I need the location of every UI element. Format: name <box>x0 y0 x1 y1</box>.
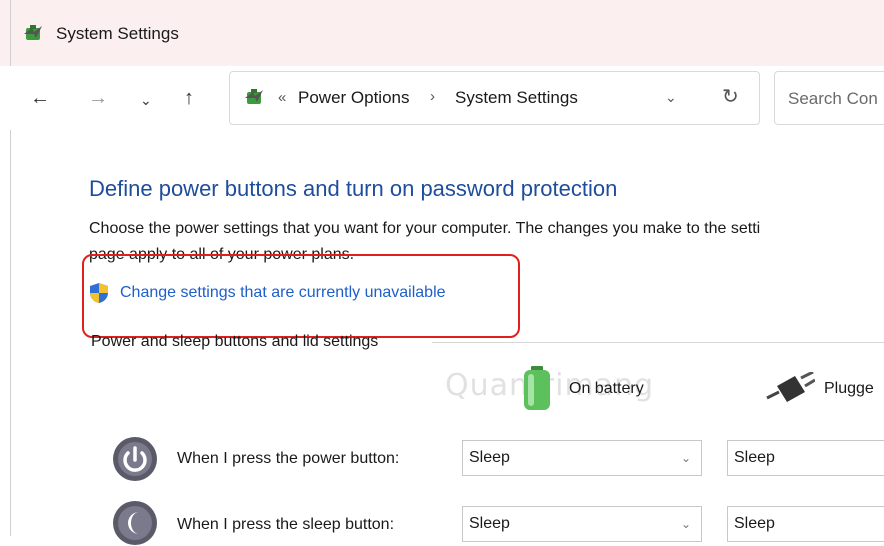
column-on-battery: On battery <box>569 380 644 397</box>
select-value: Sleep <box>734 515 775 532</box>
search-input[interactable]: Search Con <box>788 89 878 109</box>
power-button-icon <box>113 437 157 481</box>
chevron-down-icon: ⌄ <box>680 451 691 465</box>
column-plugged-in: Plugge <box>824 380 874 397</box>
breadcrumb-system-settings[interactable]: System Settings <box>455 88 578 108</box>
power-options-icon <box>24 25 42 40</box>
forward-arrow-icon[interactable]: → <box>88 88 108 108</box>
highlight-box <box>82 254 520 338</box>
section-label: Power and sleep buttons and lid settings <box>91 333 379 350</box>
battery-icon <box>524 366 550 410</box>
breadcrumb-separator-icon[interactable]: › <box>430 88 435 105</box>
power-button-battery-select[interactable]: Sleep ⌄ <box>462 440 702 476</box>
sleep-button-battery-select[interactable]: Sleep ⌄ <box>462 506 702 542</box>
breadcrumb-power-options[interactable]: Power Options <box>298 88 410 108</box>
back-arrow-icon[interactable]: ← <box>30 88 50 108</box>
sleep-button-icon <box>113 501 157 545</box>
page-title: Define power buttons and turn on passwor… <box>89 176 618 201</box>
recent-locations-chevron-icon[interactable]: ⌄ <box>140 90 152 110</box>
sleep-button-plugged-select[interactable]: Sleep <box>727 506 884 542</box>
section-divider <box>432 342 884 343</box>
select-value: Sleep <box>469 449 510 466</box>
refresh-icon[interactable]: ↻ <box>722 84 739 109</box>
row-label-sleep-button: When I press the sleep button: <box>177 516 395 533</box>
up-arrow-icon[interactable]: ↑ <box>184 88 194 108</box>
description-line-1: Choose the power settings that you want … <box>89 220 761 237</box>
address-overflow-icon[interactable]: « <box>278 89 286 106</box>
window-title: System Settings <box>56 24 179 43</box>
select-value: Sleep <box>469 515 510 532</box>
chevron-down-icon: ⌄ <box>680 517 691 531</box>
plug-icon <box>766 372 815 402</box>
select-value: Sleep <box>734 449 775 466</box>
power-options-icon <box>245 89 263 104</box>
power-button-plugged-select[interactable]: Sleep <box>727 440 884 476</box>
address-dropdown-icon[interactable]: ⌄ <box>665 89 677 106</box>
row-label-power-button: When I press the power button: <box>177 450 400 467</box>
